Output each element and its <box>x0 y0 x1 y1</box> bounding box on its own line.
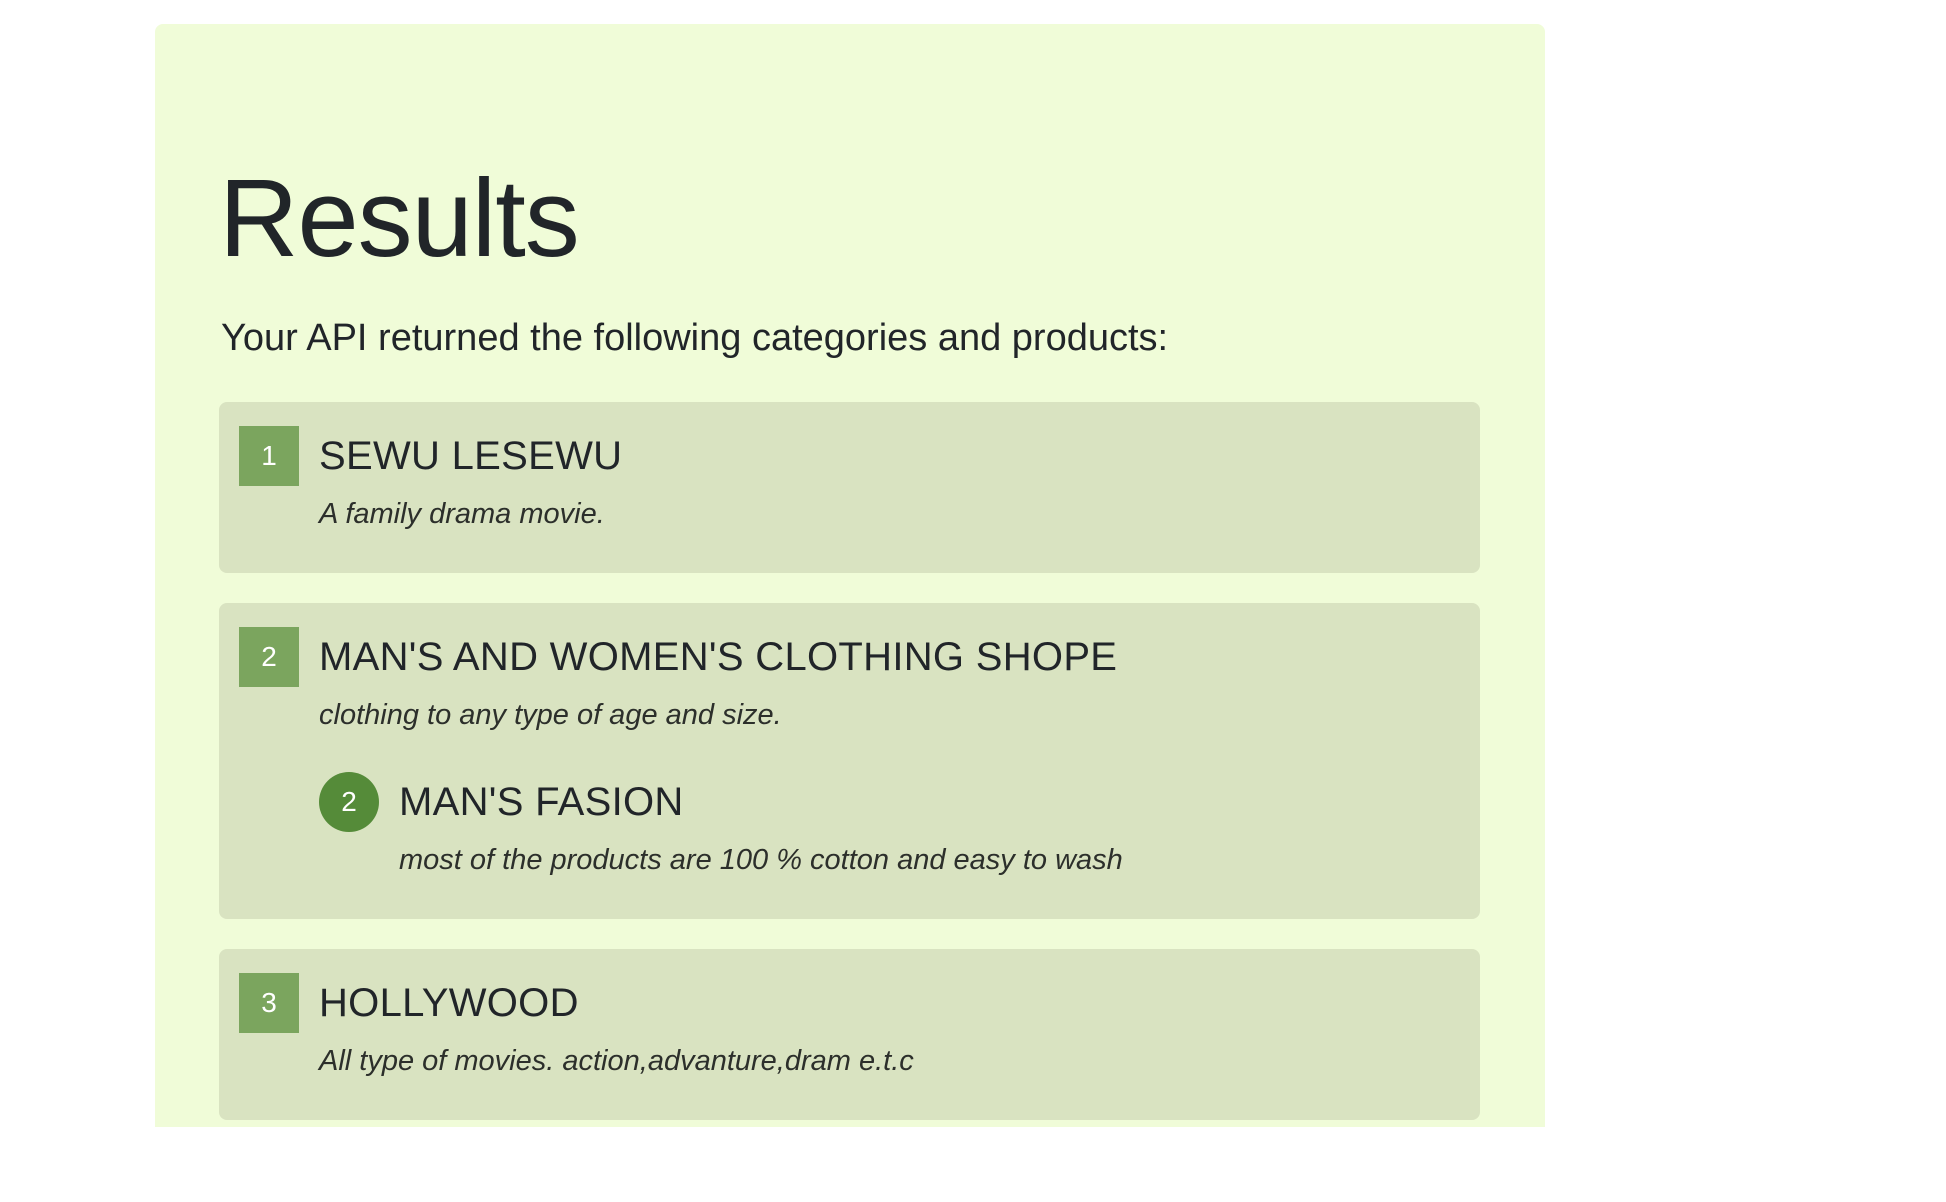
page-title: Results <box>219 157 580 280</box>
page-subtitle: Your API returned the following categori… <box>221 317 1169 359</box>
category-name: MAN'S AND WOMEN'S CLOTHING SHOPE <box>319 634 1118 679</box>
category-description: clothing to any type of age and size. <box>319 698 782 731</box>
category-card: 3 HOLLYWOOD All type of movies. action,a… <box>219 948 1480 1120</box>
category-name: HOLLYWOOD <box>319 980 579 1025</box>
category-description: All type of movies. action,advanture,dra… <box>319 1044 914 1077</box>
product-description: most of the products are 100 % cotton an… <box>399 843 1123 876</box>
category-description: A family drama movie. <box>319 497 605 530</box>
category-name: SEWU LESEWU <box>319 433 623 478</box>
category-number-badge: 3 <box>239 972 299 1033</box>
product-name: MAN'S FASION <box>399 779 684 824</box>
results-panel: Results Your API returned the following … <box>155 24 1545 1127</box>
category-number-badge: 1 <box>239 425 299 486</box>
category-card: 1 SEWU LESEWU A family drama movie. <box>219 401 1480 573</box>
category-card: 2 MAN'S AND WOMEN'S CLOTHING SHOPE cloth… <box>219 602 1480 919</box>
product-number-badge: 2 <box>319 771 379 832</box>
category-number-badge: 2 <box>239 626 299 687</box>
product-item: 2 MAN'S FASION most of the products are … <box>319 771 1123 877</box>
